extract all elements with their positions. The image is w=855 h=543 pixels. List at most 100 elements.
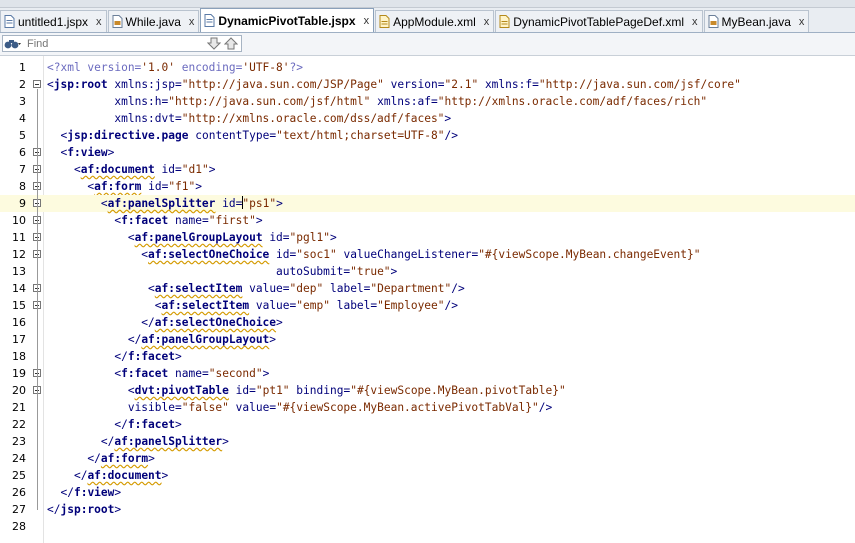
code-text: <f:view> [60, 146, 115, 159]
xml-file-icon [379, 15, 390, 28]
close-tab-icon[interactable]: x [484, 16, 490, 28]
code-text: <af:panelGroupLayout id="pgl1"> [127, 231, 337, 244]
find-previous-arrow-icon[interactable] [222, 36, 240, 51]
code-text: <af:selectItem value="dep" label="Depart… [148, 282, 465, 295]
code-text: xmlns:dvt="http://xmlns.oracle.com/dss/a… [114, 112, 452, 125]
tab-dynamicpivottablepagedef-xml[interactable]: DynamicPivotTablePageDef.xml x [495, 10, 703, 32]
code-line[interactable]: 7 <af:document id="d1"> [0, 161, 855, 178]
code-line[interactable]: 5 <jsp:directive.page contentType="text/… [0, 127, 855, 144]
java-file-icon [112, 15, 123, 28]
tab-untitled1-jspx[interactable]: untitled1.jspx x [0, 10, 107, 32]
code-text: <?xml version='1.0' encoding='UTF-8'?> [47, 61, 303, 74]
close-tab-icon[interactable]: x [364, 15, 370, 27]
find-box [2, 35, 242, 52]
close-tab-icon[interactable]: x [96, 16, 102, 28]
code-text: <af:form id="f1"> [87, 180, 203, 193]
code-text: </f:facet> [114, 418, 182, 431]
line-number: 24 [12, 452, 26, 465]
code-line[interactable]: 10 <f:facet name="first"> [0, 212, 855, 229]
code-line[interactable]: 4 xmlns:dvt="http://xmlns.oracle.com/dss… [0, 110, 855, 127]
code-text: </af:panelSplitter> [100, 435, 229, 448]
line-number: 7 [19, 163, 26, 176]
line-number: 21 [12, 401, 26, 414]
tab-appmodule-xml[interactable]: AppModule.xml x [375, 10, 495, 32]
code-line[interactable]: 3 xmlns:h="http://java.sun.com/jsf/html"… [0, 93, 855, 110]
tab-label: DynamicPivotTablePageDef.xml [513, 14, 685, 29]
code-line[interactable]: 12 <af:selectOneChoice id="soc1" valueCh… [0, 246, 855, 263]
code-line[interactable]: 1 <?xml version='1.0' encoding='UTF-8'?> [0, 59, 855, 76]
code-text: <jsp:directive.page contentType="text/ht… [60, 129, 458, 142]
tab-label: untitled1.jspx [18, 14, 89, 29]
code-line[interactable]: 11 <af:panelGroupLayout id="pgl1"> [0, 229, 855, 246]
code-editor[interactable]: 1 <?xml version='1.0' encoding='UTF-8'?> 2… [0, 56, 855, 543]
code-text: <af:panelSplitter id="ps1"> [100, 196, 283, 210]
code-line[interactable]: 15 <af:selectItem value="emp" label="Emp… [0, 297, 855, 314]
code-text: </af:document> [73, 469, 169, 482]
code-line[interactable]: 24 </af:form> [0, 450, 855, 467]
fold-collapse-icon[interactable] [33, 80, 41, 88]
tab-label: While.java [125, 14, 181, 29]
code-line[interactable]: 21 visible="false" value="#{viewScope.My… [0, 399, 855, 416]
code-text: </f:facet> [114, 350, 182, 363]
tab-label: MyBean.java [721, 14, 791, 29]
line-number: 16 [12, 316, 26, 329]
code-line[interactable]: 27 </jsp:root> [0, 501, 855, 518]
code-line[interactable]: 16 </af:selectOneChoice> [0, 314, 855, 331]
line-number: 8 [19, 180, 26, 193]
code-line[interactable]: 22 </f:facet> [0, 416, 855, 433]
jspx-file-icon [4, 15, 15, 28]
toolbar-strip [0, 0, 855, 8]
line-number: 28 [12, 520, 26, 533]
tab-label: AppModule.xml [393, 14, 476, 29]
line-number: 22 [12, 418, 26, 431]
code-line[interactable]: 2 <jsp:root xmlns:jsp="http://java.sun.co… [0, 76, 855, 93]
line-number: 6 [19, 146, 26, 159]
code-line[interactable]: 6 <f:view> [0, 144, 855, 161]
line-number: 3 [19, 95, 26, 108]
close-tab-icon[interactable]: x [799, 16, 805, 28]
close-tab-icon[interactable]: x [692, 16, 698, 28]
code-line[interactable]: 28 [0, 518, 855, 535]
code-text: </jsp:root> [47, 503, 122, 516]
line-number: 15 [12, 299, 26, 312]
line-number: 19 [12, 367, 26, 380]
line-number: 13 [12, 265, 26, 278]
code-line[interactable]: 18 </f:facet> [0, 348, 855, 365]
code-line[interactable]: 9 <af:panelSplitter id="ps1"> [0, 195, 855, 212]
java-file-icon [708, 15, 719, 28]
code-text: </f:view> [60, 486, 122, 499]
line-number: 18 [12, 350, 26, 363]
line-number: 20 [12, 384, 26, 397]
code-line[interactable]: 8 <af:form id="f1"> [0, 178, 855, 195]
find-input[interactable] [27, 37, 202, 50]
tab-label: DynamicPivotTable.jspx [218, 13, 356, 28]
code-line[interactable]: 23 </af:panelSplitter> [0, 433, 855, 450]
code-text: <af:selectOneChoice id="soc1" valueChang… [141, 248, 701, 261]
line-number: 2 [19, 78, 26, 91]
code-line[interactable]: 25 </af:document> [0, 467, 855, 484]
code-line[interactable]: 20 <dvt:pivotTable id="pt1" binding="#{v… [0, 382, 855, 399]
line-number: 26 [12, 486, 26, 499]
line-number: 1 [19, 61, 26, 74]
code-line[interactable]: 19 <f:facet name="second"> [0, 365, 855, 382]
tab-while-java[interactable]: While.java x [107, 10, 200, 32]
code-line[interactable]: 13 autoSubmit="true"> [0, 263, 855, 280]
close-tab-icon[interactable]: x [189, 16, 195, 28]
code-line[interactable]: 17 </af:panelGroupLayout> [0, 331, 855, 348]
code-text: </af:form> [87, 452, 155, 465]
code-line[interactable]: 26 </f:view> [0, 484, 855, 501]
code-text: visible="false" value="#{viewScope.MyBea… [127, 401, 553, 414]
line-number: 4 [19, 112, 26, 125]
jspx-file-icon [204, 14, 215, 27]
tab-mybean-java[interactable]: MyBean.java x [703, 10, 810, 32]
code-text: <jsp:root xmlns:jsp="http://java.sun.com… [47, 78, 741, 91]
editor-tab-bar: untitled1.jspx x While.java x DynamicPivotTa… [0, 8, 855, 33]
code-line[interactable]: 14 <af:selectItem value="dep" label="Dep… [0, 280, 855, 297]
code-text: <f:facet name="first"> [114, 214, 263, 227]
line-number: 23 [12, 435, 26, 448]
tab-dynamicpivottable-jspx[interactable]: DynamicPivotTable.jspx x [200, 8, 375, 32]
line-number: 11 [12, 231, 26, 244]
binoculars-icon[interactable] [4, 37, 22, 50]
find-bar [0, 33, 855, 56]
find-next-arrow-icon[interactable] [205, 36, 223, 51]
